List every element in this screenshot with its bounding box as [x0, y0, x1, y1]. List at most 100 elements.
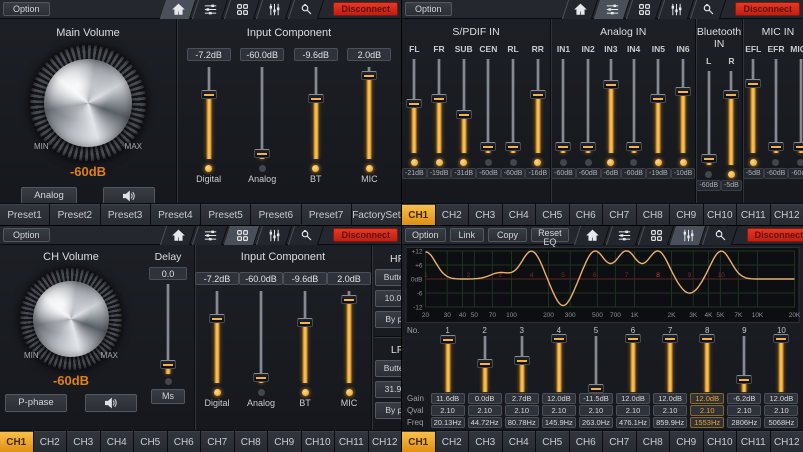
- channel-slider[interactable]: [675, 59, 691, 153]
- channel-tab[interactable]: CH3: [469, 431, 502, 452]
- channel-slider[interactable]: [603, 59, 619, 153]
- channel-tab[interactable]: CH4: [101, 431, 134, 452]
- channel-tab[interactable]: CH12: [771, 431, 803, 452]
- channel-tab[interactable]: CH1: [0, 431, 33, 452]
- channel-tab[interactable]: CH8: [637, 431, 670, 452]
- band-freq-value[interactable]: 80.78Hz: [505, 417, 539, 428]
- band-q-value[interactable]: 2.10: [505, 405, 539, 416]
- channel-tab[interactable]: CH11: [737, 431, 770, 452]
- hpf-bypass-button[interactable]: By pass: [375, 311, 402, 328]
- delay-unit-button[interactable]: Ms: [151, 389, 185, 404]
- nav-tab-channel[interactable]: [224, 226, 260, 245]
- eq-band-slider[interactable]: [551, 336, 567, 392]
- nav-tab-tools[interactable]: [701, 226, 737, 245]
- eq-band-slider[interactable]: [625, 336, 641, 392]
- channel-slider[interactable]: [745, 59, 761, 153]
- channel-tab[interactable]: CH6: [168, 431, 201, 452]
- channel-tab[interactable]: CH10: [704, 204, 737, 225]
- band-q-value[interactable]: 2.10: [431, 405, 465, 416]
- hpf-type-button[interactable]: Butter-W: [375, 269, 402, 286]
- channel-slider[interactable]: [793, 59, 803, 153]
- eq-band-slider[interactable]: [588, 336, 604, 392]
- input-gain-slider[interactable]: [208, 291, 226, 383]
- option-button[interactable]: Option: [3, 228, 50, 242]
- band-q-value[interactable]: 2.10: [727, 405, 761, 416]
- eq-band-slider[interactable]: [514, 336, 530, 392]
- band-q-value[interactable]: 2.10: [579, 405, 613, 416]
- input-gain-slider[interactable]: [360, 67, 378, 159]
- preset-tab[interactable]: Preset2: [50, 204, 99, 225]
- hpf-freq-button[interactable]: 10.00Hz: [375, 290, 402, 307]
- channel-tab[interactable]: CH3: [67, 431, 100, 452]
- nav-tab-tools[interactable]: [288, 0, 324, 19]
- phase-button[interactable]: P-phase: [5, 394, 66, 412]
- band-freq-value[interactable]: 263.0Hz: [579, 417, 613, 428]
- nav-tab-eq[interactable]: [256, 226, 292, 245]
- channel-slider[interactable]: [723, 71, 739, 165]
- nav-tab-mixer[interactable]: [594, 0, 630, 19]
- lpf-bypass-button[interactable]: By pass: [375, 402, 402, 419]
- band-q-value[interactable]: 2.10: [653, 405, 687, 416]
- band-gain-value[interactable]: 12.0dB: [542, 393, 576, 404]
- eq-band-slider[interactable]: [477, 336, 493, 392]
- preset-tab[interactable]: Preset6: [251, 204, 300, 225]
- channel-tab[interactable]: CH4: [503, 204, 536, 225]
- nav-tab-channel[interactable]: [637, 226, 673, 245]
- band-freq-value[interactable]: 44.72Hz: [468, 417, 502, 428]
- channel-tab[interactable]: CH8: [235, 431, 268, 452]
- nav-tab-tools[interactable]: [690, 0, 726, 19]
- preset-tab[interactable]: Preset7: [302, 204, 351, 225]
- nav-tab-eq[interactable]: [669, 226, 705, 245]
- channel-tab[interactable]: CH11: [737, 204, 770, 225]
- channel-slider[interactable]: [768, 59, 784, 153]
- band-gain-value[interactable]: 0.0dB: [468, 393, 502, 404]
- band-q-value[interactable]: 2.10: [690, 405, 724, 416]
- preset-tab[interactable]: Preset3: [101, 204, 150, 225]
- band-gain-value[interactable]: 2.7dB: [505, 393, 539, 404]
- eq-band-slider[interactable]: [662, 336, 678, 392]
- slider-handle[interactable]: [201, 90, 217, 99]
- option-button[interactable]: Option: [405, 2, 452, 16]
- channel-tab[interactable]: CH6: [570, 204, 603, 225]
- input-gain-slider[interactable]: [307, 67, 325, 159]
- band-gain-value[interactable]: 11.6dB: [431, 393, 465, 404]
- channel-tab[interactable]: CH2: [436, 431, 469, 452]
- band-freq-value[interactable]: 5068Hz: [764, 417, 798, 428]
- nav-tab-channel[interactable]: [224, 0, 260, 19]
- band-q-value[interactable]: 2.10: [542, 405, 576, 416]
- channel-slider[interactable]: [480, 59, 496, 153]
- preset-tab[interactable]: Preset5: [201, 204, 250, 225]
- channel-tab[interactable]: CH2: [436, 204, 469, 225]
- eq-band-slider[interactable]: [773, 336, 789, 392]
- channel-tab[interactable]: CH7: [201, 431, 234, 452]
- preset-tab[interactable]: Preset1: [0, 204, 49, 225]
- main-volume-knob[interactable]: MIN MAX: [30, 45, 146, 161]
- eq-response-graph[interactable]: 20304050701002003005007001K2K3K4K5K7K10K…: [405, 247, 800, 325]
- channel-tab[interactable]: CH9: [670, 204, 703, 225]
- link-button[interactable]: Link: [450, 228, 485, 242]
- band-gain-value[interactable]: 12.0dB: [616, 393, 650, 404]
- channel-tab[interactable]: CH5: [134, 431, 167, 452]
- band-freq-value[interactable]: 2806Hz: [727, 417, 761, 428]
- band-gain-value[interactable]: -11.5dB: [579, 393, 613, 404]
- band-freq-value[interactable]: 145.9Hz: [542, 417, 576, 428]
- channel-tab[interactable]: CH10: [302, 431, 335, 452]
- band-freq-value[interactable]: 1553Hz: [690, 417, 724, 428]
- delay-slider[interactable]: [159, 284, 177, 374]
- nav-tab-mixer[interactable]: [192, 0, 228, 19]
- slider-handle[interactable]: [308, 94, 324, 103]
- preset-tab[interactable]: Preset4: [151, 204, 200, 225]
- channel-tab[interactable]: CH4: [503, 431, 536, 452]
- slider-handle[interactable]: [254, 149, 270, 158]
- input-gain-slider[interactable]: [340, 291, 358, 383]
- band-freq-value[interactable]: 476.1Hz: [616, 417, 650, 428]
- channel-tab[interactable]: CH9: [670, 431, 703, 452]
- channel-slider[interactable]: [580, 59, 596, 153]
- slider-handle[interactable]: [361, 71, 377, 80]
- channel-slider[interactable]: [406, 59, 422, 153]
- nav-tab-home[interactable]: [160, 0, 196, 19]
- channel-tab[interactable]: CH8: [637, 204, 670, 225]
- band-q-value[interactable]: 2.10: [468, 405, 502, 416]
- band-gain-value[interactable]: -6.2dB: [727, 393, 761, 404]
- nav-tab-mixer[interactable]: [605, 226, 641, 245]
